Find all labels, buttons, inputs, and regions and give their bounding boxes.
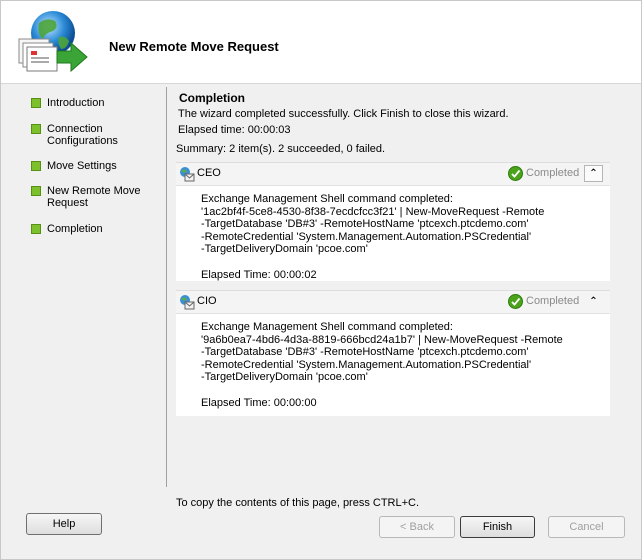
nav-item-label: Introduction — [47, 97, 105, 109]
green-check-icon — [508, 294, 523, 309]
back-button[interactable]: < Back — [379, 516, 455, 538]
cancel-button[interactable]: Cancel — [548, 516, 625, 538]
panel-body: Exchange Management Shell command comple… — [201, 321, 563, 409]
exchange-wizard-globe-icon — [18, 11, 88, 73]
nav-divider — [166, 87, 167, 487]
summary-text: Summary: 2 item(s). 2 succeeded, 0 faile… — [176, 143, 386, 155]
nav-item-label: Connection Configurations — [47, 123, 118, 147]
panel-body: Exchange Management Shell command comple… — [201, 193, 544, 281]
panel-title: CIO — [197, 295, 217, 307]
section-title: Completion — [179, 91, 245, 105]
nav-item-label: Move Settings — [47, 160, 117, 172]
green-square-bullet-icon — [31, 161, 41, 171]
mailbox-user-icon — [180, 295, 195, 310]
mailbox-user-icon — [180, 167, 195, 182]
panel-title: CEO — [197, 167, 221, 179]
panel-line: -TargetDatabase 'DB#3' -RemoteHostName '… — [201, 346, 529, 358]
copy-hint: To copy the contents of this page, press… — [176, 497, 420, 509]
panel-elapsed: Elapsed Time: 00:00:00 — [201, 396, 317, 409]
panel-line: -TargetDatabase 'DB#3' -RemoteHostName '… — [201, 218, 529, 230]
status-text: Completed — [526, 167, 580, 179]
green-square-bullet-icon — [31, 98, 41, 108]
panel-line: Exchange Management Shell command comple… — [201, 321, 453, 333]
page-title: New Remote Move Request — [109, 39, 279, 54]
panel-line: '9a6b0ea7-4bd6-4d3a-8819-666bcd24a1b7' |… — [201, 333, 563, 346]
panel-line: -TargetDeliveryDomain 'pcoe.com' — [201, 371, 368, 383]
status-text: Completed — [526, 295, 580, 307]
finish-button[interactable]: Finish — [460, 516, 535, 538]
double-chevron-up-icon[interactable]: ⌃ — [584, 165, 603, 182]
panel-line: '1ac2bf4f-5ce8-4530-8f38-7ecdcfcc3f21' |… — [201, 205, 545, 218]
elapsed-time: Elapsed time: 00:00:03 — [178, 124, 291, 136]
green-square-bullet-icon — [31, 124, 41, 134]
wizard-header: New Remote Move Request — [1, 1, 641, 84]
green-square-bullet-icon — [31, 186, 41, 196]
nav-item-label: New Remote Move Request — [47, 185, 141, 209]
green-check-icon — [508, 166, 523, 181]
panel-header: CIO Completed ⌃ — [176, 291, 610, 314]
completion-message: The wizard completed successfully. Click… — [178, 108, 509, 120]
help-button[interactable]: Help — [26, 513, 102, 535]
nav-item-label: Completion — [47, 223, 103, 235]
wizard-window: New Remote Move Request Introduction Con… — [0, 0, 642, 560]
panel-line: -RemoteCredential 'System.Management.Aut… — [201, 358, 532, 371]
panel-line: Exchange Management Shell command comple… — [201, 193, 453, 205]
double-chevron-up-icon[interactable]: ⌃ — [584, 293, 603, 310]
result-panel-cio: CIO Completed ⌃ Exchange Management Shel… — [176, 290, 610, 416]
panel-elapsed: Elapsed Time: 00:00:02 — [201, 268, 317, 281]
panel-line: -RemoteCredential 'System.Management.Aut… — [201, 230, 532, 243]
green-square-bullet-icon — [31, 224, 41, 234]
result-panel-ceo: CEO Completed ⌃ Exchange Management Shel… — [176, 162, 610, 281]
panel-header: CEO Completed ⌃ — [176, 163, 610, 186]
panel-line: -TargetDeliveryDomain 'pcoe.com' — [201, 243, 368, 255]
